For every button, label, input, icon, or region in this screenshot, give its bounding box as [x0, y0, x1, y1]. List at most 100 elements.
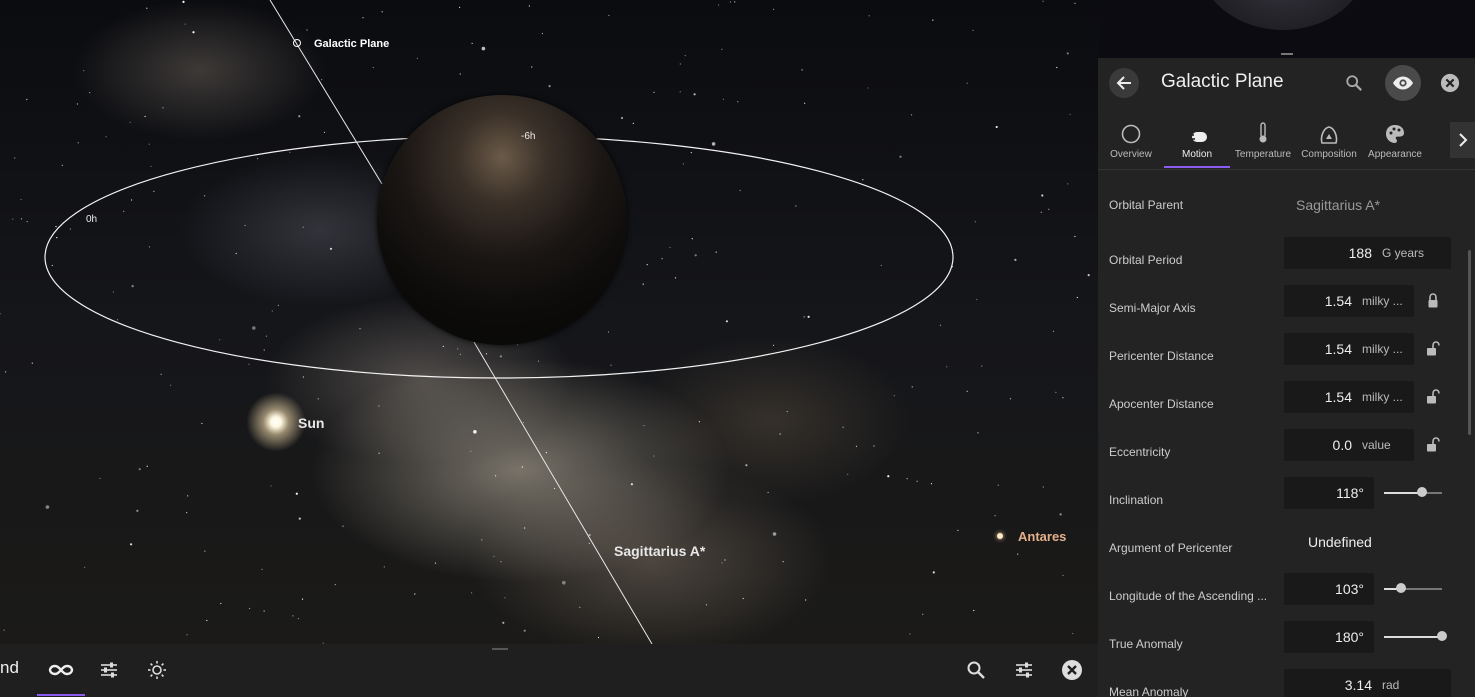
search-button[interactable]: [958, 652, 994, 688]
field-value[interactable]: 0.0: [1284, 437, 1352, 453]
star: [562, 580, 566, 585]
apocenter-distance-field[interactable]: 1.54 milky ...: [1284, 381, 1414, 413]
star: [939, 324, 942, 326]
field-value[interactable]: 180°: [1284, 629, 1364, 645]
star: [682, 163, 685, 165]
star: [295, 492, 298, 495]
object-preview[interactable]: [1098, 0, 1475, 58]
tab-motion[interactable]: Motion: [1164, 112, 1230, 168]
star: [772, 344, 775, 346]
panel-search-button[interactable]: [1339, 68, 1369, 98]
star: [1040, 211, 1042, 213]
tab-overview[interactable]: Overview: [1098, 112, 1164, 168]
sun-marker[interactable]: [246, 392, 306, 452]
true-anomaly-field[interactable]: 180°: [1284, 621, 1374, 653]
panel-drag-handle[interactable]: [1281, 53, 1293, 55]
star: [485, 353, 488, 355]
field-value[interactable]: 118°: [1284, 485, 1364, 501]
eccentricity-field[interactable]: 0.0 value: [1284, 429, 1414, 461]
star: [69, 228, 71, 230]
tab-composition[interactable]: Composition: [1296, 112, 1362, 168]
tab-temperature[interactable]: Temperature: [1230, 112, 1296, 168]
field-value[interactable]: 1.54: [1284, 389, 1352, 405]
orbital-parent-value[interactable]: Sagittarius A*: [1296, 197, 1380, 213]
close-toolbar-button[interactable]: [1054, 652, 1090, 688]
galactic-plane-label[interactable]: Galactic Plane: [314, 38, 389, 50]
star: [588, 533, 591, 537]
row-orbital-period: Orbital Period 188 G years: [1098, 237, 1468, 285]
star: [804, 102, 806, 104]
field-value[interactable]: 103°: [1284, 581, 1364, 597]
field-value[interactable]: 1.54: [1284, 341, 1352, 357]
field-unit[interactable]: milky ...: [1362, 390, 1403, 404]
planet-sphere[interactable]: [377, 95, 627, 345]
star: [786, 411, 788, 413]
panel-scrollbar[interactable]: [1468, 250, 1471, 435]
brightness-button[interactable]: [139, 652, 175, 688]
field-value[interactable]: 3.14: [1284, 677, 1372, 693]
star: [257, 158, 259, 160]
field-value[interactable]: 188: [1284, 245, 1372, 261]
slider-knob[interactable]: [1395, 583, 1406, 593]
sagittarius-label[interactable]: Sagittarius A*: [614, 543, 705, 559]
panel-close-button[interactable]: [1435, 68, 1465, 98]
field-unit[interactable]: milky ...: [1362, 342, 1403, 356]
tabs-next-button[interactable]: [1450, 122, 1475, 158]
visibility-button[interactable]: [1385, 65, 1421, 101]
filters-button[interactable]: [1006, 652, 1042, 688]
star: [76, 103, 78, 105]
star: [317, 398, 319, 400]
star: [906, 478, 908, 480]
lock-icon[interactable]: [1426, 293, 1440, 309]
inclination-slider[interactable]: [1384, 487, 1442, 497]
star: [302, 376, 304, 378]
semi-major-axis-field[interactable]: 1.54 milky ...: [1284, 285, 1414, 317]
star: [61, 164, 63, 166]
antares-marker[interactable]: [997, 533, 1003, 539]
slider-knob[interactable]: [1417, 487, 1428, 497]
pericenter-distance-field[interactable]: 1.54 milky ...: [1284, 333, 1414, 365]
field-unit[interactable]: rad: [1382, 678, 1399, 692]
mean-anomaly-field[interactable]: 3.14 rad: [1284, 669, 1451, 697]
sun-label[interactable]: Sun: [298, 415, 324, 431]
active-indicator: [37, 694, 85, 696]
slider-knob[interactable]: [1437, 631, 1447, 641]
longitude-ascending-field[interactable]: 103°: [1284, 573, 1374, 605]
unlock-icon[interactable]: [1426, 341, 1440, 357]
field-unit[interactable]: value: [1362, 438, 1391, 452]
star: [131, 285, 134, 288]
star: [588, 542, 590, 544]
inclination-field[interactable]: 118°: [1284, 477, 1374, 509]
close-icon: [1440, 73, 1460, 93]
star: [847, 473, 849, 475]
arrow-left-icon: [1116, 76, 1131, 90]
star: [916, 480, 918, 482]
star: [537, 360, 540, 362]
tab-appearance[interactable]: Appearance: [1362, 112, 1428, 168]
unlock-icon[interactable]: [1426, 389, 1440, 405]
star: [131, 199, 133, 201]
star: [206, 619, 208, 622]
galactic-plane-node[interactable]: [293, 39, 301, 47]
settings-sliders-button[interactable]: [91, 652, 127, 688]
back-button[interactable]: [1109, 68, 1139, 98]
argument-of-pericenter-value[interactable]: Undefined: [1308, 534, 1372, 550]
star: [252, 326, 256, 330]
orbital-period-field[interactable]: 188 G years: [1284, 237, 1451, 269]
true-anomaly-slider[interactable]: [1384, 631, 1447, 641]
drag-handle[interactable]: [492, 648, 508, 650]
field-value[interactable]: 1.54: [1284, 293, 1352, 309]
antares-label[interactable]: Antares: [1018, 529, 1066, 544]
row-true-anomaly: True Anomaly 180°: [1098, 621, 1468, 669]
row-orbital-parent: Orbital Parent Sagittarius A*: [1098, 189, 1468, 237]
field-unit[interactable]: G years: [1382, 246, 1424, 260]
star: [729, 1, 732, 3]
space-viewport[interactable]: Galactic Plane 0h -6h Sun Sagittarius A*…: [0, 0, 1098, 644]
longitude-ascending-slider[interactable]: [1384, 583, 1442, 593]
field-unit[interactable]: milky ...: [1362, 294, 1403, 308]
toolbar-partial-text[interactable]: nd: [0, 658, 19, 678]
infinity-button[interactable]: [37, 652, 85, 696]
object-info-panel: Galactic Plane Overview Motion Temperatu…: [1098, 0, 1475, 697]
unlock-icon[interactable]: [1426, 437, 1440, 453]
star: [123, 210, 125, 212]
